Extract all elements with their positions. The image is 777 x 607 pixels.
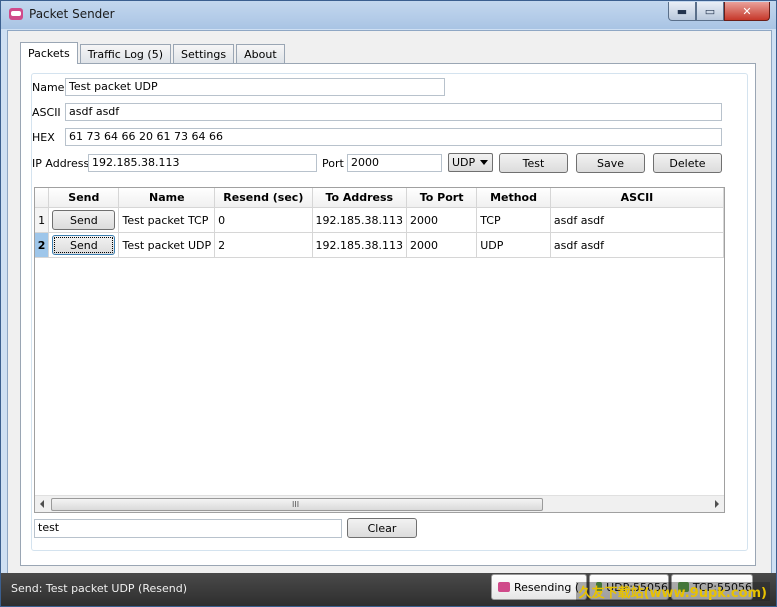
tab-bar: Packets Traffic Log (5) Settings About: [20, 42, 287, 64]
table-row[interactable]: 2 Send Test packet UDP 2 192.185.38.113 …: [35, 232, 724, 258]
tab-packets[interactable]: Packets: [20, 42, 78, 64]
ascii-input[interactable]: asdf asdf: [65, 103, 722, 121]
close-button[interactable]: ✕: [724, 2, 770, 21]
client-area: Packets Traffic Log (5) Settings About N…: [7, 30, 772, 574]
app-window: Packet Sender ▬ ▭ ✕ Packets Traffic Log …: [0, 0, 777, 607]
method-select[interactable]: UDP: [448, 153, 493, 172]
hex-input[interactable]: 61 73 64 66 20 61 73 64 66: [65, 128, 722, 146]
scroll-right-icon[interactable]: [715, 500, 719, 508]
window-title: Packet Sender: [29, 7, 115, 21]
port-input[interactable]: 2000: [347, 154, 442, 172]
tab-about[interactable]: About: [236, 44, 285, 63]
cell-to-address[interactable]: 192.185.38.113: [312, 207, 408, 233]
cell-name[interactable]: Test packet UDP: [118, 232, 216, 258]
chevron-down-icon: [480, 160, 488, 165]
column-header-to-address[interactable]: To Address: [312, 188, 408, 208]
title-bar[interactable]: Packet Sender ▬ ▭ ✕: [1, 1, 776, 29]
minimize-button[interactable]: ▬: [668, 2, 696, 21]
send-button[interactable]: Send: [52, 210, 116, 230]
column-header-ascii[interactable]: ASCII: [550, 188, 724, 208]
watermark: 久友下载站(www.9upk.com): [575, 582, 770, 601]
send-button[interactable]: Send: [52, 235, 116, 255]
table-header-row: Send Name Resend (sec) To Address To Por…: [35, 188, 724, 208]
column-header-send[interactable]: Send: [48, 188, 120, 208]
cell-name[interactable]: Test packet TCP: [118, 207, 216, 233]
clear-button[interactable]: Clear: [347, 518, 417, 538]
status-bar: Send: Test packet UDP (Resend) Resending…: [1, 573, 776, 606]
delete-button[interactable]: Delete: [653, 153, 722, 173]
cell-resend[interactable]: 0: [214, 207, 313, 233]
scrollbar-thumb[interactable]: III: [51, 498, 543, 511]
resending-button[interactable]: Resending (: [491, 574, 587, 600]
column-header-to-port[interactable]: To Port: [406, 188, 478, 208]
cell-method[interactable]: UDP: [476, 232, 551, 258]
cell-ascii[interactable]: asdf asdf: [550, 232, 724, 258]
row-number[interactable]: 1: [35, 207, 50, 233]
scroll-left-icon[interactable]: [40, 500, 44, 508]
cell-ascii[interactable]: asdf asdf: [550, 207, 724, 233]
packet-icon: [498, 582, 510, 592]
ip-address-input[interactable]: 192.185.38.113: [88, 154, 317, 172]
column-header-method[interactable]: Method: [476, 188, 551, 208]
name-label: Name: [32, 81, 65, 94]
tab-settings[interactable]: Settings: [173, 44, 235, 63]
name-input[interactable]: Test packet UDP: [65, 78, 445, 96]
table-row[interactable]: 1 Send Test packet TCP 0 192.185.38.113 …: [35, 207, 724, 233]
hex-label: HEX: [32, 131, 55, 144]
app-icon: [9, 8, 23, 20]
ip-address-label: IP Address: [32, 157, 90, 170]
packets-group: Name Test packet UDP ASCII asdf asdf HEX…: [31, 73, 748, 551]
packets-table-grid: Send Name Resend (sec) To Address To Por…: [35, 188, 724, 258]
corner-header: [35, 188, 50, 208]
send-cell: Send: [48, 207, 120, 233]
cell-to-address[interactable]: 192.185.38.113: [312, 232, 408, 258]
search-input[interactable]: test: [34, 519, 342, 538]
column-header-name[interactable]: Name: [118, 188, 216, 208]
row-number[interactable]: 2: [35, 232, 50, 258]
cell-to-port[interactable]: 2000: [406, 232, 478, 258]
packets-panel: Name Test packet UDP ASCII asdf asdf HEX…: [20, 63, 756, 566]
cell-method[interactable]: TCP: [476, 207, 551, 233]
maximize-button[interactable]: ▭: [696, 2, 724, 21]
cell-resend[interactable]: 2: [214, 232, 313, 258]
window-controls: ▬ ▭ ✕: [668, 2, 770, 21]
scroll-grip: III: [292, 500, 300, 509]
tab-traffic-log[interactable]: Traffic Log (5): [79, 44, 171, 63]
test-button[interactable]: Test: [499, 153, 568, 173]
packets-table: Send Name Resend (sec) To Address To Por…: [34, 187, 725, 513]
cell-to-port[interactable]: 2000: [406, 207, 478, 233]
column-header-resend[interactable]: Resend (sec): [214, 188, 313, 208]
port-label: Port: [322, 157, 344, 170]
ascii-label: ASCII: [32, 106, 61, 119]
status-text: Send: Test packet UDP (Resend): [11, 582, 187, 595]
method-select-value: UDP: [452, 156, 476, 169]
save-button[interactable]: Save: [576, 153, 645, 173]
horizontal-scrollbar[interactable]: III: [35, 495, 724, 512]
resending-label: Resending (: [514, 580, 580, 594]
send-cell: Send: [48, 232, 120, 258]
